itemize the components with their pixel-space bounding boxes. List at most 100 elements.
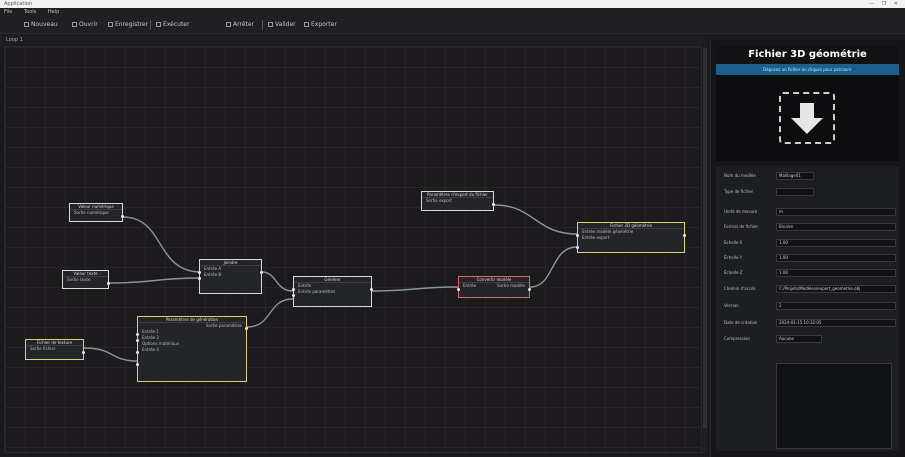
validate-label: Valider [275,21,296,28]
notes-textarea[interactable] [776,363,892,449]
open-button[interactable]: Ouvrir [72,16,98,34]
prop-label: Format de fichier [724,224,759,229]
prop-label: Nom du modèle [724,173,756,178]
prop-value-input[interactable]: 1.00 [776,239,896,247]
input-port[interactable] [136,333,139,336]
prop-value-select[interactable]: Aucune [776,335,822,343]
node-port-label: Entrée B [204,272,222,277]
stop-icon [226,22,231,27]
output-port[interactable] [121,215,124,218]
prop-label: Compression [724,336,750,341]
wire [529,246,578,288]
menu-bar: File Tools Help [0,8,905,16]
panel-title: Fichier 3D géométrie [716,46,899,64]
input-port[interactable] [457,288,460,291]
prop-row: Chemin d'accès C:/Projets/Modèles/export_… [720,283,900,295]
output-port[interactable] [82,351,85,354]
menu-tools[interactable]: Tools [24,9,36,15]
output-port[interactable] [245,327,248,330]
prop-value-input[interactable]: 1.00 [776,269,896,277]
toolbar-separator [150,20,151,30]
prop-row: Date de création 2024-01-15 10:32:05 [720,317,900,329]
node-port-label: Entrée paramètres [298,289,336,294]
prop-row: Format de fichier Binaire [720,221,900,233]
prop-label: Échelle Z [724,270,743,275]
prop-row: Compression Aucune [720,333,900,345]
prop-label: Type de fichier [724,189,754,194]
run-label: Exécuter [163,21,190,28]
export-button[interactable]: Exporter [304,16,337,34]
output-port[interactable] [683,234,686,237]
window-controls[interactable]: — ❐ ✕ [869,0,901,8]
node-port-label: Entrée export [582,235,610,240]
node-numeric-value[interactable]: Valeur numérique Sortie numérique [69,203,124,222]
save-icon [108,22,113,27]
wire [261,271,294,292]
prop-row: Unité de mesure m [720,206,900,218]
scrollbar-thumb[interactable] [703,48,707,428]
input-port[interactable] [136,351,139,354]
prop-value-input[interactable]: 2024-01-15 10:32:05 [776,319,896,327]
node-text-value[interactable]: Valeur texte Sortie texte [62,270,110,289]
input-port[interactable] [576,246,579,249]
input-port[interactable] [576,234,579,237]
node-generation-params[interactable]: Paramètres de génération Sortie paramètr… [136,316,248,382]
new-label: Nouveau [31,21,58,28]
input-port[interactable] [292,294,295,297]
new-button[interactable]: Nouveau [24,16,58,34]
prop-value-input[interactable]: 2 [776,302,896,310]
prop-row: Version 2 [720,300,900,312]
canvas-scrollbar[interactable] [703,46,707,453]
node-texture-file[interactable]: Fichier de texture Sortie fichier [25,339,85,360]
node-port-label: Sortie texte [67,277,91,282]
input-port[interactable] [136,339,139,342]
validate-button[interactable]: Valider [268,16,296,34]
prop-value-input[interactable]: 1.00 [776,254,896,262]
node-generate[interactable]: Générer Entrée Entrée paramètres [292,276,373,307]
wire [108,277,202,284]
input-port[interactable] [136,363,139,366]
wire [371,286,459,292]
output-port[interactable] [492,203,495,206]
validate-icon [268,22,273,27]
prop-row: Échelle Z 1.00 [720,267,900,279]
prop-value-input[interactable] [776,188,814,196]
node-port-label: Sortie numérique [74,210,109,215]
stop-button[interactable]: Arrêter [226,16,254,34]
drop-target-frame[interactable] [779,92,835,144]
run-button[interactable]: Exécuter [156,16,189,34]
output-port[interactable] [370,288,373,291]
prop-value-select[interactable]: Binaire [776,223,896,231]
prop-row: Type de fichier [720,186,900,198]
node-3d-geometry-file[interactable]: Fichier 3D géométrie Entrée modèle géomé… [576,222,686,253]
prop-label: Échelle Y [724,255,743,260]
output-port[interactable] [107,282,110,285]
node-export-params[interactable]: Paramètres d'export du fichier Sortie ex… [421,191,495,211]
input-port[interactable] [198,271,201,274]
input-port[interactable] [198,277,201,280]
toolbar: Nouveau Ouvrir Enregistrer Exécuter Arrê… [0,16,905,34]
window-title: Application [4,1,32,7]
node-graph-canvas[interactable]: Valeur numérique Sortie numérique Valeur… [4,46,702,453]
prop-value-input[interactable]: C:/Projets/Modèles/export_geometrie.obj [776,285,896,293]
prop-label: Date de création [724,320,758,325]
export-label: Exporter [311,21,337,28]
node-convert-model[interactable]: Convertir modèle Entrée Sortie modèle [457,276,531,298]
input-port[interactable] [292,288,295,291]
run-icon [156,22,161,27]
save-label: Enregistrer [115,21,149,28]
output-port[interactable] [260,271,263,274]
wire [246,298,294,328]
node-port-label: Sortie fichier [30,346,56,351]
prop-value-input[interactable]: Maillage01 [776,172,814,180]
menu-help[interactable]: Help [48,9,59,15]
node-join[interactable]: Joindre Entrée A Entrée B [198,259,263,294]
menu-file[interactable]: File [4,9,12,15]
prop-value-input[interactable]: m [776,208,896,216]
node-port-label: Sortie export [426,198,452,203]
output-port[interactable] [528,288,531,291]
new-icon [24,22,29,27]
graph-tab[interactable]: Loop 1 [6,37,23,43]
node-port-label: Entrée 4 [142,347,159,352]
save-button[interactable]: Enregistrer [108,16,148,34]
